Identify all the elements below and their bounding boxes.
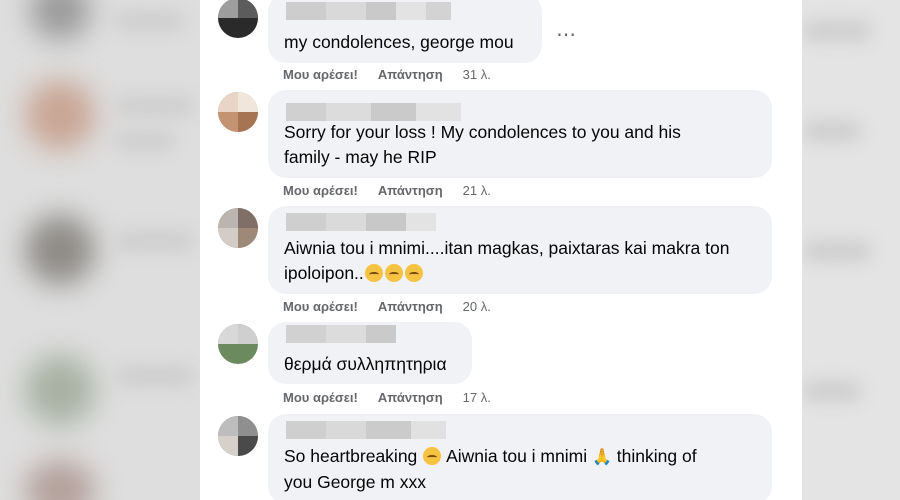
comment-text: θερμά συλληπητηρια <box>284 354 447 374</box>
comment-timestamp[interactable]: 21 λ. <box>463 183 491 198</box>
avatar[interactable] <box>218 208 258 248</box>
pensive-face-icon <box>404 264 423 282</box>
pensive-face-icon <box>423 447 442 465</box>
blurred-background-right <box>802 0 900 500</box>
comments-feed: my condolences, george mou ⋯ Μου αρέσει!… <box>200 0 802 500</box>
reply-link[interactable]: Απάντηση <box>378 390 443 405</box>
blurred-author-name[interactable] <box>286 103 461 121</box>
pensive-face-icon <box>384 264 403 282</box>
reply-link[interactable]: Απάντηση <box>378 67 443 82</box>
like-link[interactable]: Μου αρέσει! <box>283 67 358 82</box>
blurred-author-name[interactable] <box>286 421 446 439</box>
comment-timestamp[interactable]: 31 λ. <box>463 67 491 82</box>
blurred-background-left <box>0 0 200 500</box>
blurred-author-name[interactable] <box>286 2 451 20</box>
more-options-icon[interactable]: ⋯ <box>556 22 577 47</box>
avatar[interactable] <box>218 92 258 132</box>
avatar[interactable] <box>218 0 258 38</box>
comment-actions: Μου αρέσει! Απάντηση 17 λ. <box>283 390 491 405</box>
comment-timestamp[interactable]: 20 λ. <box>463 299 491 314</box>
pensive-face-icon <box>364 264 383 282</box>
avatar[interactable] <box>218 416 258 456</box>
comment-text: my condolences, george mou <box>284 32 514 52</box>
comment-text: Sorry for your loss ! My condolences to … <box>284 122 681 167</box>
blurred-author-name[interactable] <box>286 213 436 231</box>
reply-link[interactable]: Απάντηση <box>378 299 443 314</box>
reply-link[interactable]: Απάντηση <box>378 183 443 198</box>
comment-timestamp[interactable]: 17 λ. <box>463 390 491 405</box>
comment-actions: Μου αρέσει! Απάντηση 31 λ. <box>283 67 491 82</box>
comment-actions: Μου αρέσει! Απάντηση 21 λ. <box>283 183 491 198</box>
comment-actions: Μου αρέσει! Απάντηση 20 λ. <box>283 299 491 314</box>
like-link[interactable]: Μου αρέσει! <box>283 390 358 405</box>
blurred-author-name[interactable] <box>286 325 396 343</box>
avatar[interactable] <box>218 324 258 364</box>
comment-text: So heartbreaking Aiwnia tou i mnimi 🙏 th… <box>284 446 697 492</box>
like-link[interactable]: Μου αρέσει! <box>283 183 358 198</box>
comment-text: Aiwnia tou i mnimi....itan magkas, paixt… <box>284 238 730 283</box>
like-link[interactable]: Μου αρέσει! <box>283 299 358 314</box>
folded-hands-icon: 🙏 <box>591 449 612 466</box>
